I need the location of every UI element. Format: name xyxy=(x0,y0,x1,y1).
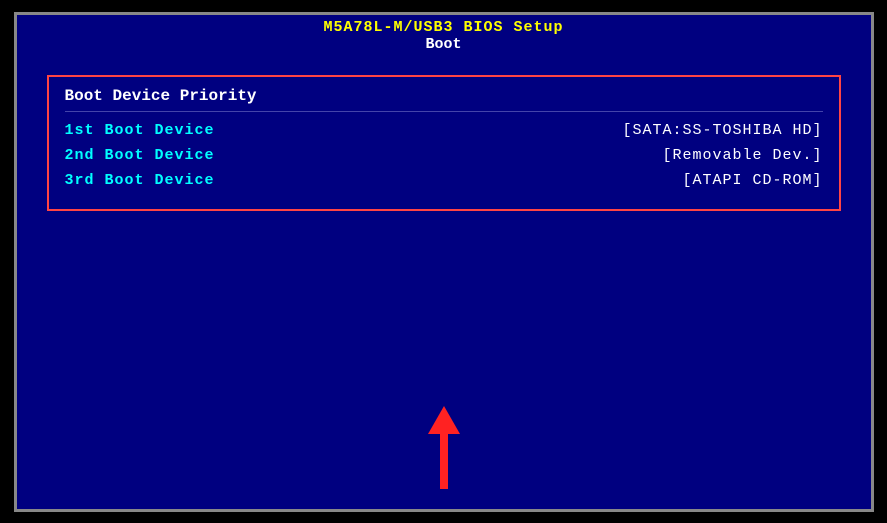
boot-value-1: [SATA:SS-TOSHIBA HD] xyxy=(622,122,822,139)
boot-label-2: 2nd Boot Device xyxy=(65,147,215,164)
boot-entry-3[interactable]: 3rd Boot Device [ATAPI CD-ROM] xyxy=(65,172,823,189)
boot-entries-list: 1st Boot Device [SATA:SS-TOSHIBA HD] 2nd… xyxy=(65,122,823,189)
bios-screen: M5A78L-M/USB3 BIOS Setup Boot Boot Devic… xyxy=(14,12,874,512)
main-content: Boot Device Priority 1st Boot Device [SA… xyxy=(17,55,871,509)
boot-value-2: [Removable Dev.] xyxy=(662,147,822,164)
boot-entry-1[interactable]: 1st Boot Device [SATA:SS-TOSHIBA HD] xyxy=(65,122,823,139)
bios-title: M5A78L-M/USB3 BIOS Setup xyxy=(17,19,871,36)
up-arrow xyxy=(428,406,460,489)
panel-title: Boot Device Priority xyxy=(65,87,823,112)
bios-section: Boot xyxy=(17,36,871,53)
boot-label-3: 3rd Boot Device xyxy=(65,172,215,189)
boot-device-panel: Boot Device Priority 1st Boot Device [SA… xyxy=(47,75,841,211)
boot-entry-2[interactable]: 2nd Boot Device [Removable Dev.] xyxy=(65,147,823,164)
header-bar: M5A78L-M/USB3 BIOS Setup Boot xyxy=(17,15,871,55)
arrow-shaft xyxy=(440,434,448,489)
arrow-head xyxy=(428,406,460,434)
boot-label-1: 1st Boot Device xyxy=(65,122,215,139)
boot-value-3: [ATAPI CD-ROM] xyxy=(682,172,822,189)
